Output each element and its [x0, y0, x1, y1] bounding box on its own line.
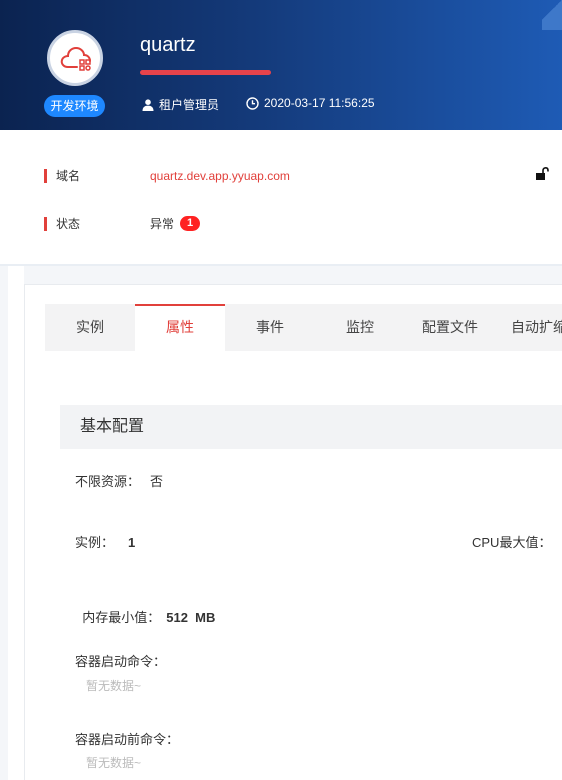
instances-field: 实例： 1	[75, 532, 135, 551]
start-command-empty: 暂无数据~	[86, 679, 142, 693]
label-marker	[44, 168, 47, 183]
user-icon	[142, 98, 154, 111]
unlimited-resources-value: 否	[150, 474, 164, 489]
app-header: 开发环境 quartz 租户管理员 2020-03-17 11:56:25	[0, 0, 562, 130]
tab-events[interactable]: 事件	[225, 304, 315, 351]
domain-row: 域名 quartz.dev.app.yyuap.com	[44, 167, 290, 184]
app-name-underline	[140, 70, 271, 75]
timestamp-text: 2020-03-17 11:56:25	[264, 96, 375, 110]
unlimited-resources-field: 不限资源： 否	[75, 471, 163, 490]
status-row: 状态 异常 1	[44, 215, 201, 232]
tab-monitoring[interactable]: 监控	[315, 304, 405, 351]
domain-link[interactable]: quartz.dev.app.yyuap.com	[150, 169, 290, 183]
status-count-badge[interactable]: 1	[180, 216, 201, 231]
memory-min-value: 512 MB	[166, 610, 216, 625]
unlimited-resources-label: 不限资源：	[75, 474, 141, 489]
tab-properties[interactable]: 属性	[135, 304, 225, 351]
section-title: 基本配置	[60, 405, 562, 449]
label-marker	[44, 216, 47, 231]
cloud-app-icon	[60, 46, 91, 71]
app-avatar	[47, 30, 103, 86]
instances-value: 1	[128, 535, 136, 550]
header-decoration	[542, 0, 562, 30]
timestamp: 2020-03-17 11:56:25	[246, 96, 375, 110]
memory-min-field: 内存最小值： 512 MB	[75, 592, 215, 626]
prestart-command-empty: 暂无数据~	[86, 756, 142, 770]
tab-autoscaling[interactable]: 自动扩缩	[495, 304, 562, 351]
tab-bar: 实例 属性 事件 监控 配置文件 自动扩缩	[45, 304, 562, 351]
domain-label: 域名	[56, 169, 81, 183]
unlock-icon[interactable]	[535, 167, 549, 181]
prestart-command-label: 容器启动前命令：	[75, 732, 180, 747]
clock-icon	[246, 96, 259, 110]
status-value: 异常	[150, 217, 175, 231]
instances-label: 实例：	[75, 535, 115, 550]
tab-config-files[interactable]: 配置文件	[405, 304, 495, 351]
app-name: quartz	[140, 34, 196, 56]
status-label: 状态	[56, 217, 81, 231]
start-command-label: 容器启动命令：	[75, 654, 167, 669]
user-role: 租户管理员	[142, 96, 219, 113]
env-badge: 开发环境	[44, 95, 105, 117]
tab-instances[interactable]: 实例	[45, 304, 135, 351]
info-panel	[0, 130, 562, 265]
content-gutter	[8, 266, 24, 780]
memory-min-label: 内存最小值：	[82, 610, 161, 625]
user-role-text: 租户管理员	[159, 98, 220, 112]
cpu-max-field: CPU最大值：	[472, 532, 551, 551]
cpu-max-label: CPU最大值：	[472, 535, 552, 550]
